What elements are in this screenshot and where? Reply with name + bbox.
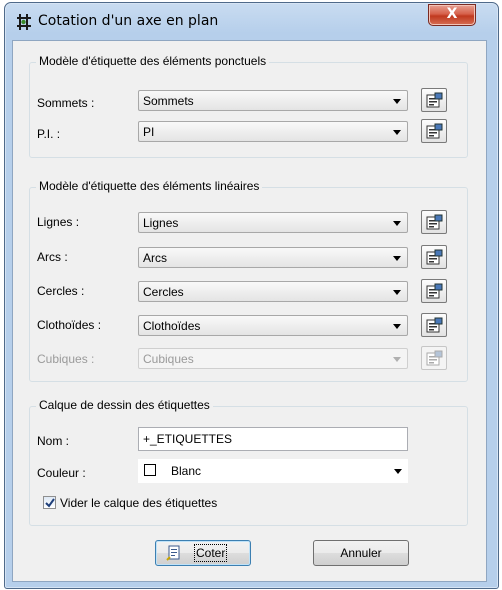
- document-icon: [166, 545, 180, 561]
- dialog-window: Cotation d'un axe en plan X Modèle d'éti…: [4, 2, 499, 589]
- combo-sommets-value: Sommets: [143, 94, 194, 108]
- properties-icon: [426, 123, 443, 139]
- vider-calque-label: Vider le calque des étiquettes: [60, 496, 218, 510]
- combo-pi-value: PI: [143, 125, 155, 139]
- properties-button-lignes[interactable]: [421, 210, 447, 234]
- combo-pi[interactable]: PI: [138, 121, 408, 142]
- combo-clothoides[interactable]: Clothoïdes: [138, 315, 408, 336]
- nom-field[interactable]: [138, 427, 408, 451]
- properties-icon: [426, 283, 443, 299]
- combo-cubiques-value: Cubiques: [143, 352, 194, 366]
- properties-icon: [426, 350, 443, 366]
- label-clothoides: Clothoïdes :: [37, 318, 102, 332]
- color-swatch: [144, 464, 156, 476]
- properties-button-arcs[interactable]: [421, 245, 447, 269]
- close-button[interactable]: X: [428, 4, 476, 26]
- properties-icon: [426, 214, 443, 230]
- coter-button[interactable]: Coter: [155, 540, 251, 566]
- window-title: Cotation d'un axe en plan: [38, 13, 219, 29]
- chevron-down-icon: [393, 256, 401, 261]
- properties-icon: [426, 249, 443, 265]
- couleur-value: Blanc: [171, 464, 202, 478]
- dialog-client: Modèle d'étiquette des éléments ponctuel…: [12, 40, 487, 582]
- close-icon: X: [446, 6, 458, 22]
- group-lineaires-title: Modèle d'étiquette des éléments linéaire…: [36, 179, 263, 193]
- properties-button-pi[interactable]: [421, 119, 447, 143]
- combo-arcs[interactable]: Arcs: [138, 247, 408, 268]
- label-nom: Nom :: [37, 434, 70, 448]
- chevron-down-icon: [393, 290, 401, 295]
- combo-arcs-value: Arcs: [143, 251, 167, 265]
- vider-calque-checkbox[interactable]: [43, 496, 56, 509]
- combo-lignes-value: Lignes: [143, 216, 179, 230]
- properties-icon: [426, 92, 443, 108]
- combo-sommets[interactable]: Sommets: [138, 90, 408, 111]
- properties-button-cubiques: [421, 346, 447, 370]
- label-sommets: Sommets :: [37, 96, 95, 110]
- combo-cubiques: Cubiques: [138, 348, 408, 369]
- properties-button-cercles[interactable]: [421, 279, 447, 303]
- label-cercles: Cercles :: [37, 284, 85, 298]
- combo-cercles[interactable]: Cercles: [138, 281, 408, 302]
- properties-button-clothoides[interactable]: [421, 313, 447, 337]
- chevron-down-icon: [393, 324, 401, 329]
- group-ponctuels-title: Modèle d'étiquette des éléments ponctuel…: [36, 54, 270, 68]
- nom-input[interactable]: [143, 432, 383, 446]
- grid-axis-icon: [17, 14, 31, 30]
- combo-clothoides-value: Clothoïdes: [143, 319, 201, 333]
- properties-icon: [426, 317, 443, 333]
- group-calque-title: Calque de dessin des étiquettes: [36, 398, 213, 412]
- chevron-down-icon: [393, 221, 401, 226]
- label-arcs: Arcs :: [37, 250, 68, 264]
- label-cubiques: Cubiques :: [37, 352, 95, 366]
- chevron-down-icon: [393, 99, 401, 104]
- coter-label: Coter: [193, 544, 228, 562]
- couleur-combo[interactable]: Blanc: [138, 459, 408, 483]
- label-lignes: Lignes :: [37, 215, 80, 229]
- chevron-down-icon: [394, 469, 402, 474]
- properties-button-sommets[interactable]: [421, 88, 447, 112]
- label-pi: P.I. :: [37, 127, 61, 141]
- chevron-down-icon: [393, 130, 401, 135]
- chevron-down-icon: [393, 357, 401, 362]
- combo-lignes[interactable]: Lignes: [138, 212, 408, 233]
- label-couleur: Couleur :: [37, 466, 86, 480]
- annuler-label: Annuler: [340, 546, 382, 560]
- checkmark-icon: [45, 498, 55, 508]
- annuler-button[interactable]: Annuler: [313, 540, 409, 566]
- combo-cercles-value: Cercles: [143, 285, 184, 299]
